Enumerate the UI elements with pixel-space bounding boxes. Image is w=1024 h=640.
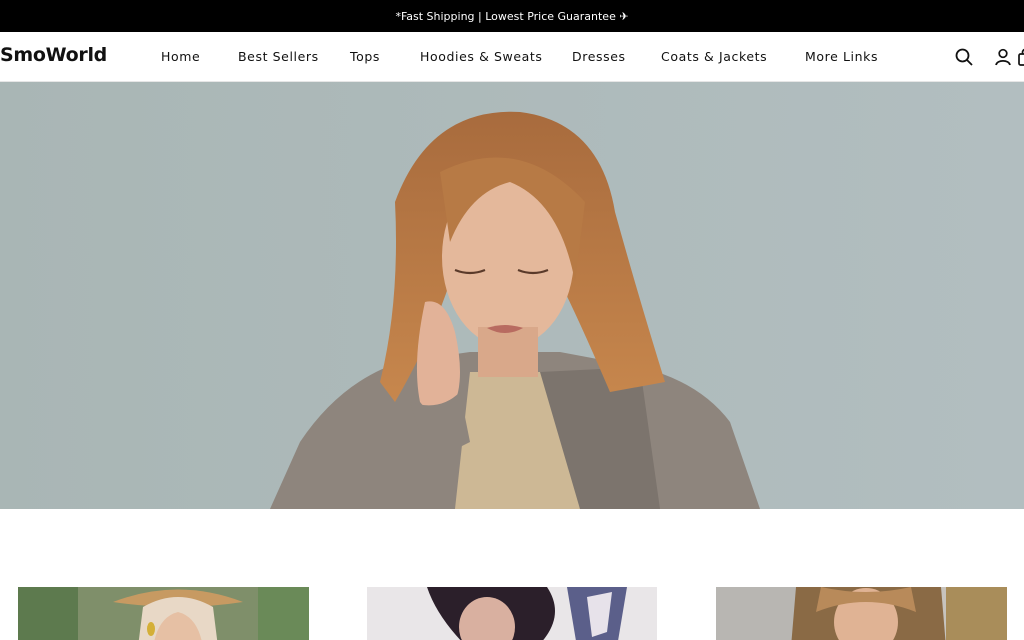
site-header: SmoWorld Home Best Sellers Tops Hoodies …: [0, 32, 1024, 82]
collection-image-dark-hair: [367, 587, 657, 640]
hero-image: [0, 82, 1024, 509]
collection-card[interactable]: [367, 587, 657, 640]
nav-coats-jackets[interactable]: Coats & Jackets: [661, 49, 767, 64]
account-icon[interactable]: [993, 47, 1013, 67]
cart-icon[interactable]: [1016, 47, 1024, 67]
nav-home[interactable]: Home: [161, 49, 200, 64]
collection-grid: [0, 509, 1024, 640]
nav-tops[interactable]: Tops: [350, 49, 380, 64]
hero-banner[interactable]: [0, 82, 1024, 509]
nav-hoodies-sweats[interactable]: Hoodies & Sweats: [420, 49, 543, 64]
nav-more-links[interactable]: More Links: [805, 49, 878, 64]
collection-card[interactable]: [18, 587, 309, 640]
search-icon[interactable]: [954, 47, 974, 67]
announcement-bar: *Fast Shipping | Lowest Price Guarantee …: [0, 0, 1024, 32]
header-icons: [924, 47, 1024, 69]
announcement-text[interactable]: *Fast Shipping | Lowest Price Guarantee …: [395, 10, 628, 23]
collection-image-fur-hood: [716, 587, 1007, 640]
nav-dresses[interactable]: Dresses: [572, 49, 626, 64]
nav-best-sellers[interactable]: Best Sellers: [238, 49, 319, 64]
main-nav: Home Best Sellers Tops Hoodies & Sweats …: [0, 49, 1024, 67]
collection-card[interactable]: [716, 587, 1007, 640]
collection-image-hat: [18, 587, 309, 640]
